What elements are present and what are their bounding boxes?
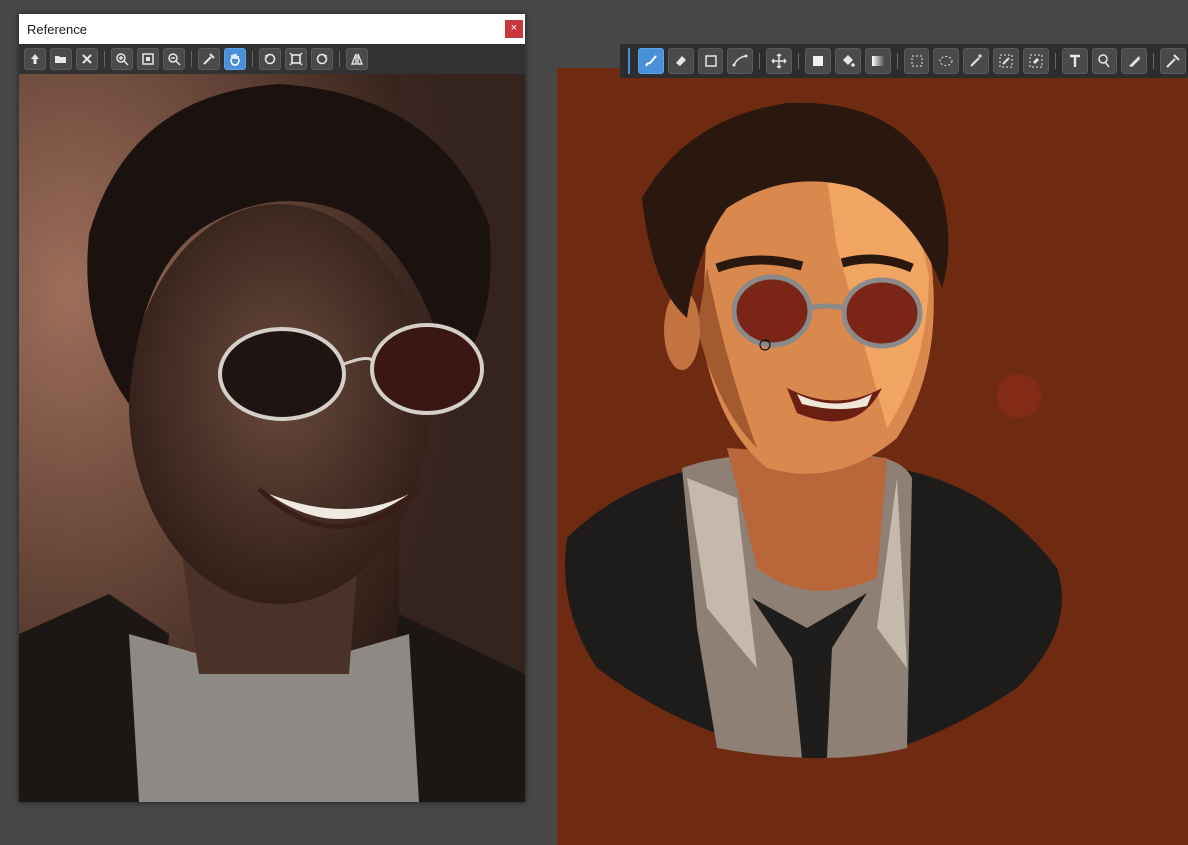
toolbar-separator bbox=[1054, 53, 1056, 69]
paint-bucket-tool-button[interactable] bbox=[834, 48, 861, 74]
pen-curve-tool-button[interactable] bbox=[727, 48, 754, 74]
move-icon bbox=[771, 53, 787, 69]
rotate-right-button[interactable] bbox=[311, 48, 333, 70]
gradient-icon bbox=[871, 56, 884, 66]
load-image-button[interactable] bbox=[24, 48, 46, 70]
reference-window: Reference × bbox=[19, 14, 525, 802]
eyedropper-icon bbox=[203, 53, 215, 65]
close-icon: × bbox=[510, 22, 518, 34]
open-folder-icon bbox=[55, 56, 66, 63]
smudge-icon bbox=[1098, 54, 1111, 68]
flip-icon bbox=[350, 53, 364, 65]
reference-title: Reference bbox=[27, 22, 87, 37]
load-image-icon bbox=[31, 54, 39, 64]
rectangle-icon bbox=[704, 55, 717, 67]
pen-curve-icon bbox=[732, 54, 748, 67]
zoom-out-button[interactable] bbox=[163, 48, 185, 70]
drawing-canvas[interactable] bbox=[557, 68, 1188, 845]
toolbar-separator bbox=[896, 53, 898, 69]
hand-pan-button[interactable] bbox=[224, 48, 246, 70]
eraser-tool-button[interactable] bbox=[667, 48, 694, 74]
painting bbox=[565, 102, 1062, 758]
magic-wand-tool-button[interactable] bbox=[963, 48, 990, 74]
main-toolbar bbox=[620, 44, 1188, 78]
eyedropper-icon bbox=[1166, 54, 1180, 68]
flip-button[interactable] bbox=[346, 48, 368, 70]
toolbar-separator bbox=[339, 51, 340, 67]
brush-tool-button[interactable] bbox=[637, 48, 664, 74]
rotate-right-icon bbox=[316, 53, 328, 65]
rotate-left-button[interactable] bbox=[259, 48, 281, 70]
hand-pan-icon bbox=[230, 54, 240, 66]
select-eraser-tool-button[interactable] bbox=[1022, 48, 1049, 74]
paint-bucket-icon bbox=[842, 55, 855, 67]
reset-view-icon bbox=[289, 52, 303, 66]
gradient-tool-button[interactable] bbox=[864, 48, 891, 74]
brush-icon bbox=[644, 55, 657, 67]
reference-photo bbox=[19, 74, 525, 802]
select-pen-tool-button[interactable] bbox=[993, 48, 1019, 74]
eyedropper-button[interactable] bbox=[198, 48, 220, 70]
zoom-in-button[interactable] bbox=[111, 48, 133, 70]
zoom-in-icon bbox=[116, 53, 129, 66]
text-tool-button[interactable] bbox=[1061, 48, 1088, 74]
rect-select-icon bbox=[911, 55, 923, 67]
reset-view-button[interactable] bbox=[285, 48, 307, 70]
eyedropper-tool-button[interactable] bbox=[1160, 48, 1187, 74]
toolbar-grip[interactable] bbox=[628, 48, 630, 74]
toolbar-separator bbox=[759, 53, 761, 69]
smudge-tool-button[interactable] bbox=[1091, 48, 1118, 74]
clear-icon bbox=[82, 54, 92, 64]
blur-tool-button[interactable] bbox=[1121, 48, 1148, 74]
reference-image[interactable] bbox=[19, 74, 525, 802]
lasso-select-icon bbox=[939, 56, 953, 66]
fill-color-tool-button[interactable] bbox=[805, 48, 831, 74]
clear-button[interactable] bbox=[76, 48, 98, 70]
toolbar-separator bbox=[1153, 53, 1155, 69]
reference-toolbar bbox=[19, 44, 525, 74]
blur-icon bbox=[1129, 56, 1141, 67]
zoom-out-icon bbox=[168, 53, 181, 66]
rotate-left-icon bbox=[264, 53, 276, 65]
select-pen-icon bbox=[999, 54, 1013, 68]
text-icon bbox=[1069, 54, 1080, 67]
fit-to-window-button[interactable] bbox=[137, 48, 159, 70]
rectangle-tool-button[interactable] bbox=[697, 48, 724, 74]
select-eraser-icon bbox=[1029, 54, 1043, 68]
magic-wand-icon bbox=[970, 54, 983, 67]
fill-color-icon bbox=[813, 56, 824, 66]
rect-select-tool-button[interactable] bbox=[903, 48, 930, 74]
eraser-icon bbox=[675, 56, 686, 66]
fit-to-window-icon bbox=[142, 53, 154, 65]
move-tool-button[interactable] bbox=[766, 48, 793, 74]
toolbar-separator bbox=[252, 51, 253, 67]
open-folder-button[interactable] bbox=[50, 48, 72, 70]
toolbar-separator bbox=[104, 51, 105, 67]
lasso-select-tool-button[interactable] bbox=[933, 48, 960, 74]
toolbar-separator bbox=[191, 51, 192, 67]
reference-title-bar[interactable]: Reference × bbox=[19, 14, 525, 44]
close-button[interactable]: × bbox=[505, 20, 523, 38]
toolbar-separator bbox=[798, 53, 800, 69]
